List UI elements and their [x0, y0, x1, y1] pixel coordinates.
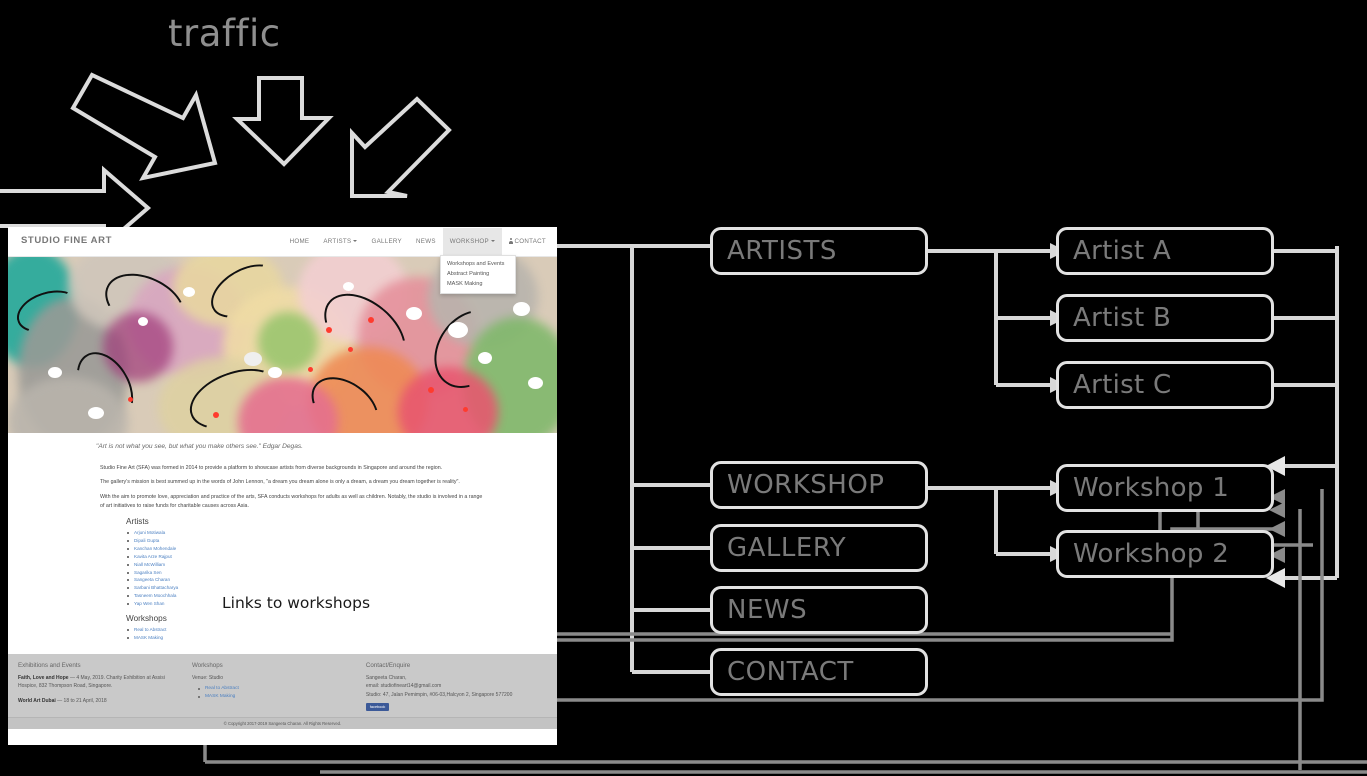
- dropdown-item-mask-making[interactable]: MASK Making: [441, 279, 515, 289]
- diagram-box-label: GALLERY: [727, 533, 847, 563]
- traffic-label: traffic: [168, 12, 281, 55]
- diagram-box-label: Workshop 1: [1073, 473, 1230, 503]
- list-item[interactable]: MASK Making: [126, 634, 557, 642]
- diagram-box-news[interactable]: NEWS: [710, 586, 928, 634]
- nav-label-artists: ARTISTS: [323, 238, 352, 245]
- diagram-box-artists[interactable]: ARTISTS: [710, 227, 928, 275]
- workshops-heading: Workshops: [126, 613, 167, 623]
- nav-item-gallery[interactable]: GALLERY: [364, 228, 409, 255]
- list-item[interactable]: Kanchan Mohendale: [126, 545, 557, 553]
- diagram-box-label: ARTISTS: [727, 236, 837, 266]
- diagram-box-label: CONTACT: [727, 657, 854, 687]
- links-to-workshops-annotation: Links to workshops: [222, 594, 371, 612]
- user-icon: [508, 238, 513, 244]
- diagram-box-workshop-1[interactable]: Workshop 1: [1056, 464, 1274, 512]
- footer-exhibition-2: World Art Dubai — 18 to 21 April, 2018: [18, 697, 172, 706]
- diagram-box-workshop-2[interactable]: Workshop 2: [1056, 530, 1274, 578]
- footer-heading: Exhibitions and Events: [18, 661, 81, 669]
- list-item[interactable]: Arjuni Motiwala: [126, 529, 557, 537]
- diagram-box-label: NEWS: [727, 595, 808, 625]
- diagram-canvas: traffic STUDIO FINE ART HOME ARTISTS GAL…: [0, 0, 1367, 776]
- diagram-box-label: Workshop 2: [1073, 539, 1230, 569]
- footer-contact-email: email: studiofineart14@gmail.com: [365, 683, 442, 690]
- nav-label-workshop: WORKSHOP: [449, 238, 489, 245]
- site-nav-links: HOME ARTISTS GALLERY NEWS WORKSHOP CONTA…: [283, 227, 553, 256]
- list-item[interactable]: Dipali Gupta: [126, 537, 557, 545]
- nav-label-contact: CONTACT: [514, 238, 546, 245]
- diagram-box-contact[interactable]: CONTACT: [710, 648, 928, 696]
- diagram-box-workshop[interactable]: WORKSHOP: [710, 461, 928, 509]
- website-screenshot[interactable]: STUDIO FINE ART HOME ARTISTS GALLERY NEW…: [8, 227, 557, 745]
- footer-exhibition-1: Faith, Love and Hope — 4 May, 2019. Char…: [18, 674, 172, 691]
- nav-label-news: NEWS: [416, 238, 436, 245]
- footer-heading: Contact/Enquire: [365, 661, 411, 669]
- nav-item-artists[interactable]: ARTISTS: [316, 228, 364, 255]
- list-item[interactable]: Sangeeta Charan: [126, 576, 557, 584]
- footer-heading: Workshops: [191, 661, 223, 669]
- list-item[interactable]: Real to Abstract: [197, 685, 346, 693]
- footer-contact: Contact/Enquire Sangeeta Charan, email: …: [356, 662, 557, 712]
- diagram-box-label: Artist C: [1073, 370, 1172, 400]
- diagram-box-artist-a[interactable]: Artist A: [1056, 227, 1274, 275]
- list-item[interactable]: Real to Abstract: [126, 626, 557, 634]
- list-item[interactable]: MASK Making: [197, 693, 346, 701]
- workshop-dropdown-menu[interactable]: Workshops and Events Abstract Painting M…: [440, 255, 516, 294]
- dropdown-item-workshops-and-events[interactable]: Workshops and Events: [441, 259, 515, 269]
- nav-label-home: HOME: [289, 238, 310, 245]
- diagram-box-artist-c[interactable]: Artist C: [1056, 361, 1274, 409]
- diagram-box-gallery[interactable]: GALLERY: [710, 524, 928, 572]
- site-body: "Art is not what you see, but what you m…: [8, 433, 557, 654]
- footer-exhibition-2-detail: — 18 to 21 April, 2018: [55, 697, 107, 704]
- diagram-box-label: WORKSHOP: [727, 470, 885, 500]
- footer-copyright: © Copyright 2017-2019 Sangeeta Charan. A…: [8, 717, 557, 730]
- traffic-arrow-diagonal-2: [350, 96, 452, 198]
- nav-item-home[interactable]: HOME: [283, 228, 317, 255]
- footer-workshops: Workshops Venue: Studio Real to Abstract…: [182, 662, 356, 712]
- footer-contact-address: Studio: 47, Jalan Pemimpin, #06-03,Halcy…: [365, 691, 513, 698]
- nav-item-contact[interactable]: CONTACT: [502, 228, 553, 255]
- chevron-down-icon: [353, 240, 358, 243]
- artists-heading: Artists: [126, 517, 149, 527]
- intro-paragraph-1: Studio Fine Art (SFA) was formed in 2014…: [100, 465, 443, 471]
- site-brand[interactable]: STUDIO FINE ART: [21, 235, 112, 246]
- traffic-arrow-diagonal-1: [70, 72, 218, 181]
- footer-exhibition-2-title: World Art Dubai: [18, 697, 56, 704]
- chevron-down-icon: [490, 240, 495, 243]
- list-item[interactable]: Sagarika Sen: [126, 569, 557, 577]
- footer-contact-name: Sangeeta Charan,: [365, 674, 407, 681]
- footer-exhibitions: Exhibitions and Events Faith, Love and H…: [8, 662, 182, 712]
- workshops-list: Real to Abstract MASK Making: [126, 626, 557, 642]
- site-footer: Exhibitions and Events Faith, Love and H…: [8, 653, 557, 718]
- list-item[interactable]: Sarbani Bhattacharya: [126, 584, 557, 592]
- diagram-box-artist-b[interactable]: Artist B: [1056, 294, 1274, 342]
- nav-label-gallery: GALLERY: [371, 238, 402, 245]
- diagram-box-label: Artist B: [1073, 303, 1172, 333]
- site-navbar: STUDIO FINE ART HOME ARTISTS GALLERY NEW…: [8, 227, 557, 257]
- hero-quote: "Art is not what you see, but what you m…: [96, 443, 303, 450]
- intro-paragraph-2: The gallery's mission is best summed up …: [100, 479, 460, 486]
- intro-paragraph-3: With the aim to promote love, appreciati…: [100, 493, 483, 509]
- footer-exhibition-1-title: Faith, Love and Hope: [18, 674, 69, 681]
- nav-item-news[interactable]: NEWS: [409, 228, 443, 255]
- list-item[interactable]: Kavita Arze Rajput: [126, 553, 557, 561]
- facebook-button[interactable]: facebook: [365, 703, 390, 712]
- diagram-box-label: Artist A: [1073, 236, 1172, 266]
- footer-workshop-links: Real to Abstract MASK Making: [197, 685, 346, 701]
- nav-item-workshop[interactable]: WORKSHOP: [442, 228, 502, 255]
- dropdown-item-abstract-painting[interactable]: Abstract Painting: [441, 269, 515, 279]
- list-item[interactable]: Niall McWilliam: [126, 561, 557, 569]
- traffic-arrow-down: [232, 76, 334, 167]
- footer-venue: Venue: Studio: [191, 674, 224, 681]
